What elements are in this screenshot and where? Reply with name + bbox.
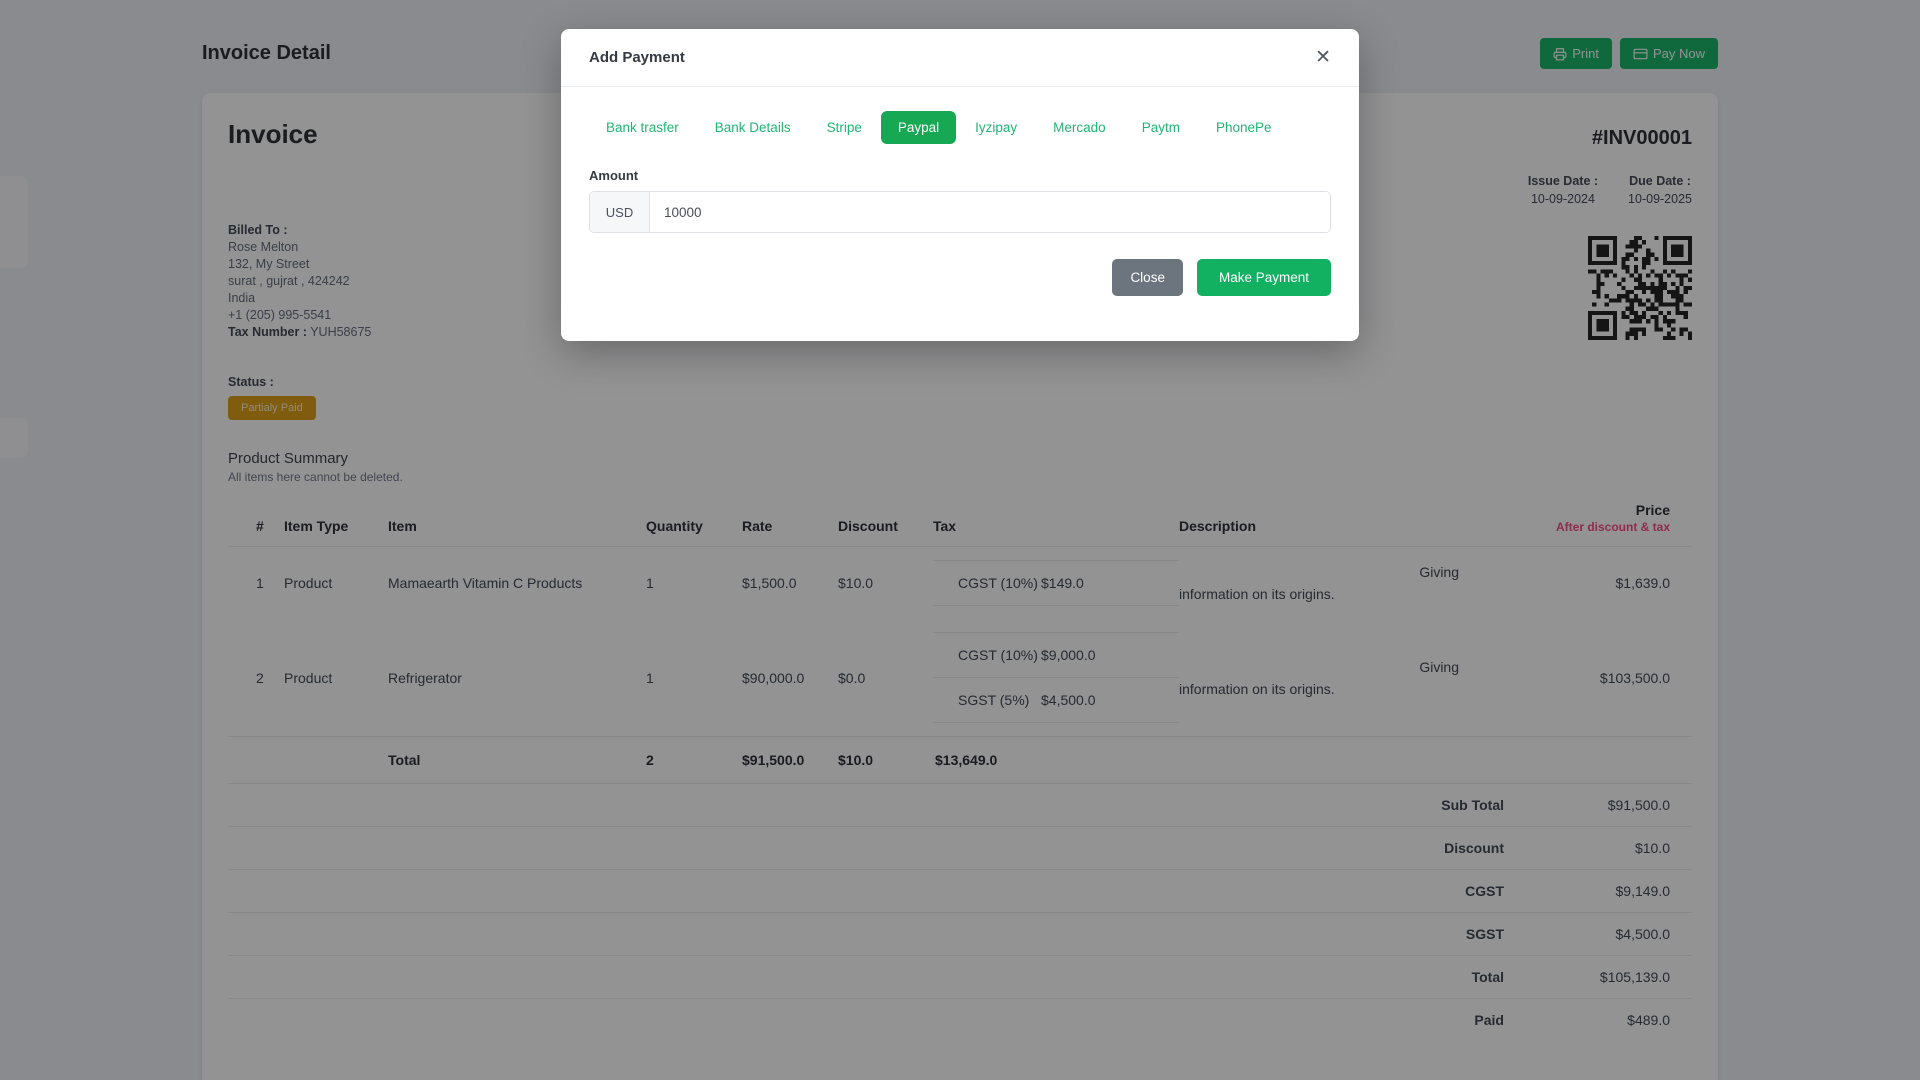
tab-bank-details[interactable]: Bank Details: [698, 111, 808, 144]
amount-input[interactable]: [650, 192, 1330, 232]
tab-mercado[interactable]: Mercado: [1036, 111, 1123, 144]
modal-header: Add Payment ✕: [561, 29, 1359, 87]
amount-input-group: USD: [589, 191, 1331, 233]
payment-method-tabs: Bank trasfer Bank Details Stripe Paypal …: [589, 111, 1331, 144]
modal-body: Bank trasfer Bank Details Stripe Paypal …: [561, 87, 1359, 233]
tab-phonepe[interactable]: PhonePe: [1199, 111, 1289, 144]
tab-paytm[interactable]: Paytm: [1125, 111, 1197, 144]
close-icon[interactable]: ✕: [1315, 48, 1331, 67]
close-button[interactable]: Close: [1112, 259, 1183, 296]
currency-prefix: USD: [590, 192, 650, 232]
tab-paypal[interactable]: Paypal: [880, 111, 957, 144]
tab-stripe[interactable]: Stripe: [810, 111, 879, 144]
tab-bank-transfer[interactable]: Bank trasfer: [589, 111, 696, 144]
tab-iyzipay[interactable]: Iyzipay: [958, 111, 1034, 144]
modal-footer: Close Make Payment: [561, 233, 1359, 324]
add-payment-modal: Add Payment ✕ Bank trasfer Bank Details …: [561, 29, 1359, 341]
amount-label: Amount: [589, 168, 639, 183]
make-payment-button[interactable]: Make Payment: [1196, 259, 1331, 296]
modal-title: Add Payment: [589, 49, 685, 66]
